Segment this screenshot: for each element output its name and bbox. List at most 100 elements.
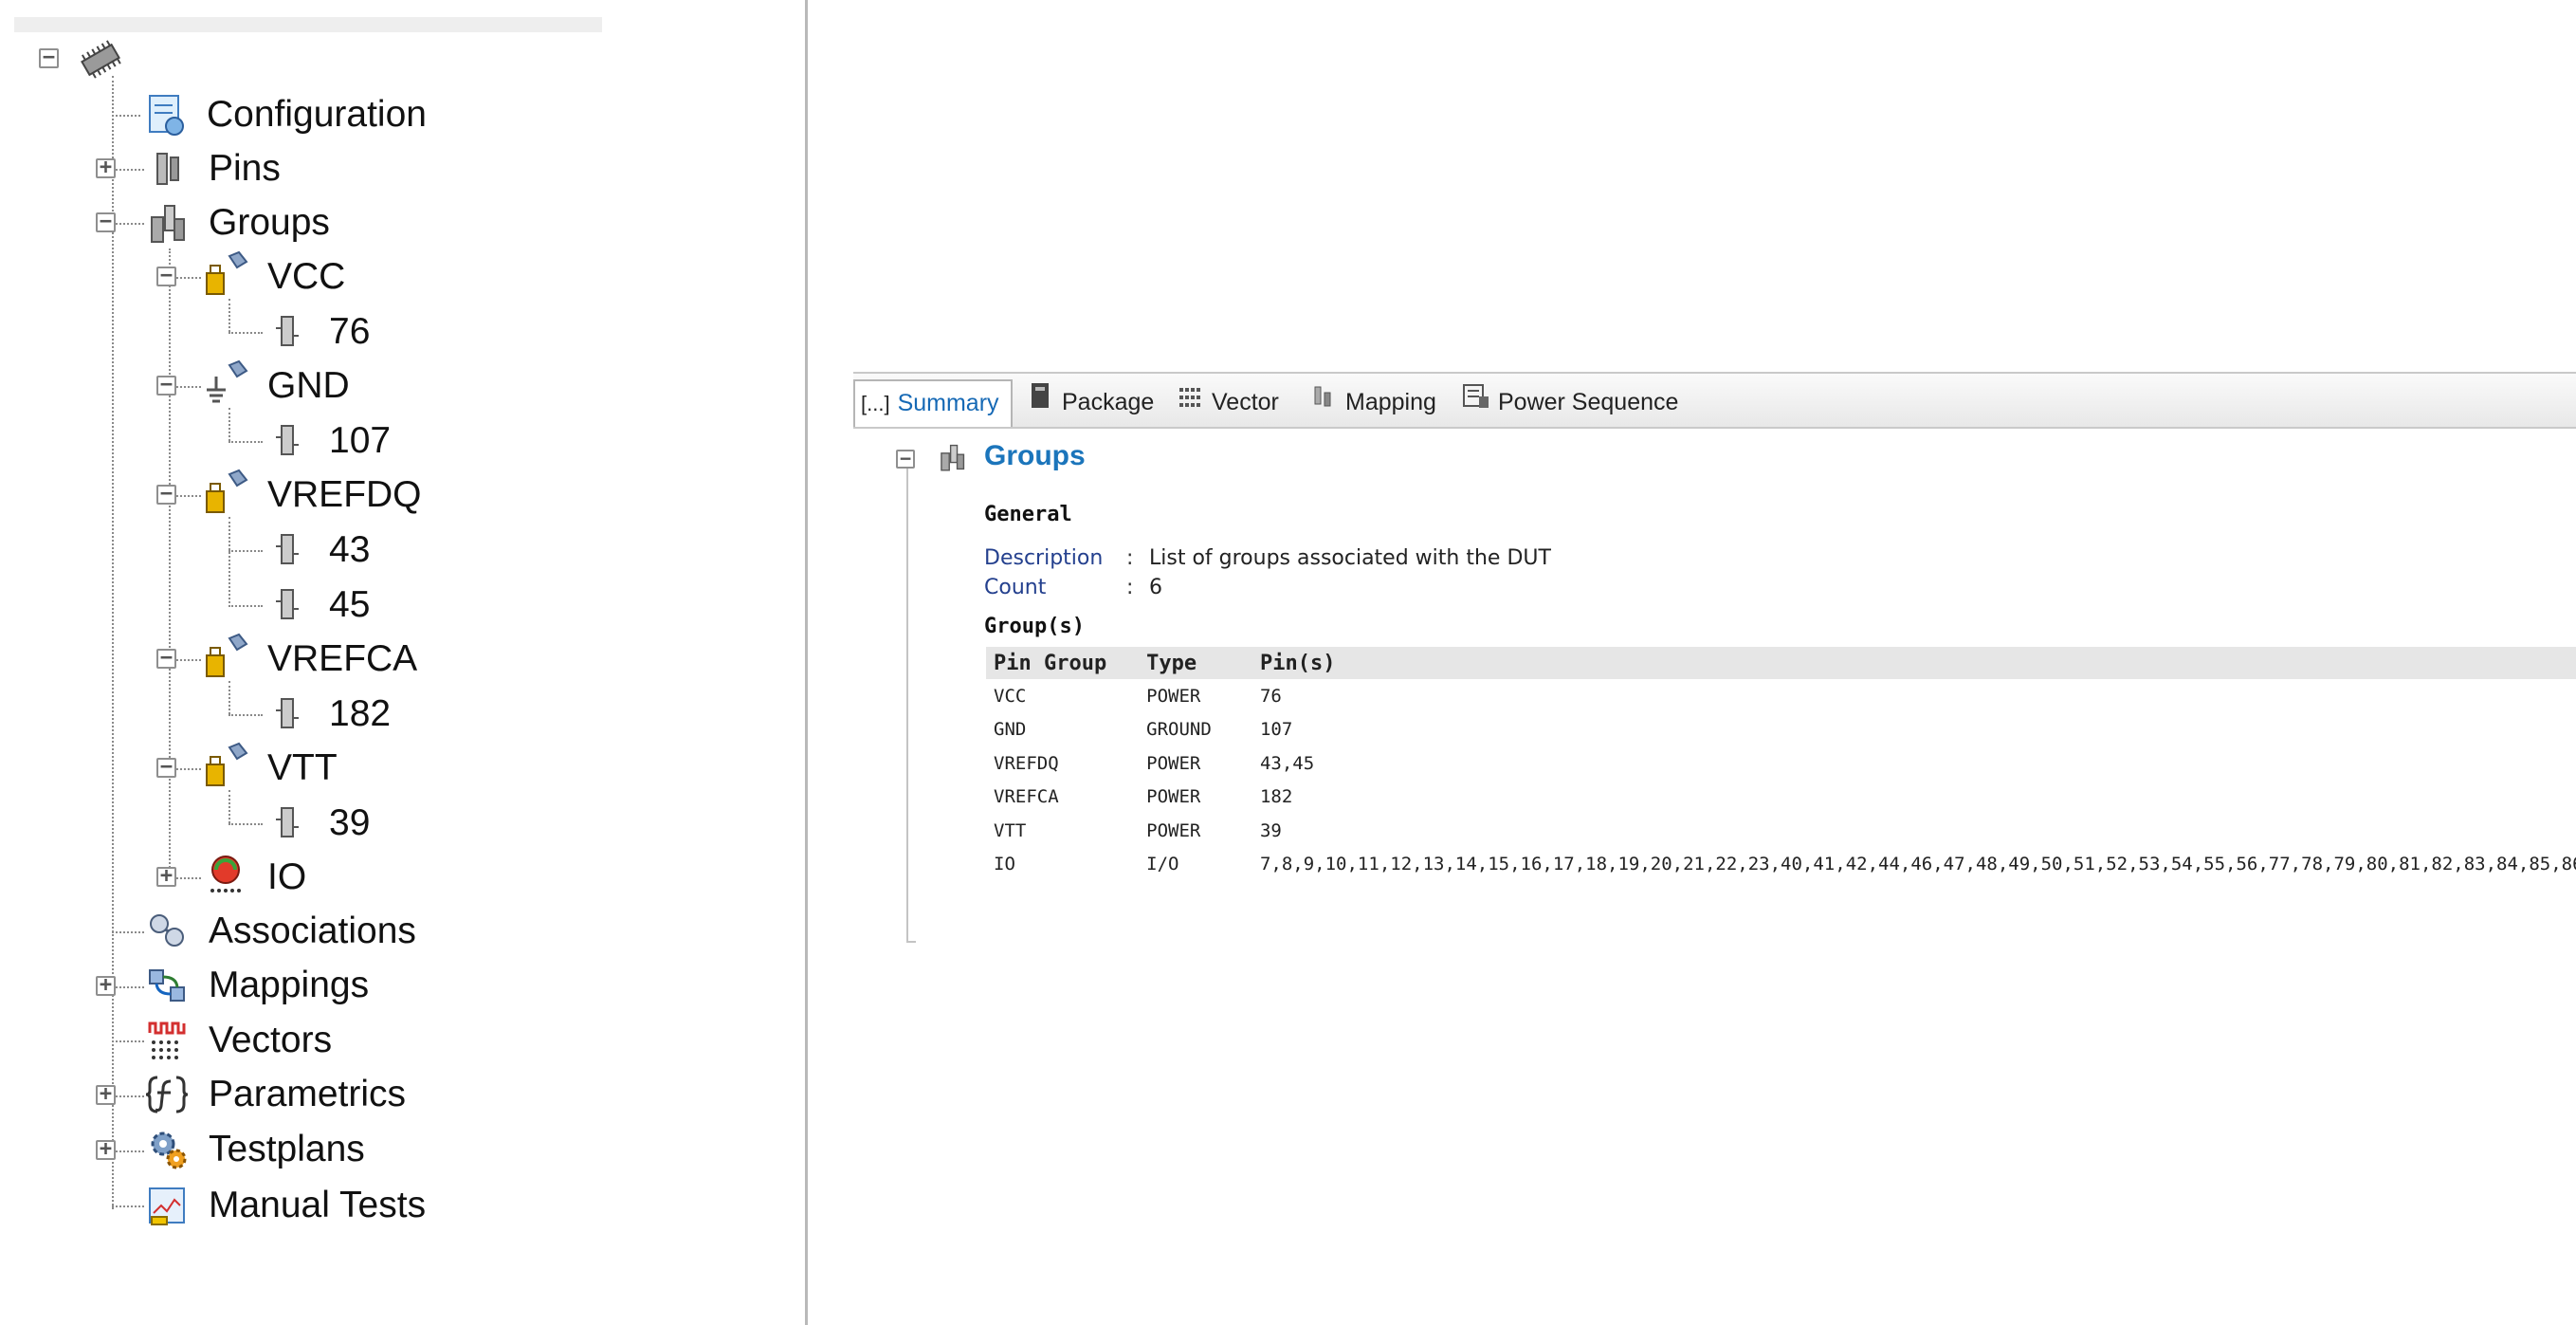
parametrics-expander[interactable]: + <box>96 1084 116 1105</box>
tree-item-vrefca[interactable]: VREFCA <box>267 636 417 682</box>
cell-pins: 182 <box>1259 786 1293 808</box>
table-row: VCC POWER 76 <box>986 679 2576 713</box>
tree-item-pin-43[interactable]: 43 <box>329 527 370 573</box>
description-separator: : <box>1126 546 1134 570</box>
project-tree-panel: − Configuration + Pins − Groups − VCC 76… <box>0 0 808 1325</box>
cell-pins: 107 <box>1259 719 1293 741</box>
tab-mapping-label: Mapping <box>1345 389 1436 415</box>
table-row: IO I/O 7,8,9,10,11,12,13,14,15,16,17,18,… <box>986 848 2576 882</box>
power-group-icon <box>201 467 250 516</box>
table-row: VREFCA POWER 182 <box>986 781 2576 815</box>
cell-pins: 76 <box>1259 685 1282 707</box>
cell-type: POWER <box>1146 685 1201 707</box>
cell-pin-group: VTT <box>994 819 1027 841</box>
summary-tab-icon: [...] <box>861 392 890 415</box>
tree-item-pin-45[interactable]: 45 <box>329 582 370 628</box>
tree-item-parametrics[interactable]: Parametrics <box>209 1072 406 1117</box>
table-row: VREFDQ POWER 43,45 <box>986 746 2576 781</box>
vcc-expander[interactable]: − <box>156 266 176 286</box>
tree-item-pin-39[interactable]: 39 <box>329 801 370 846</box>
pin-icon <box>263 416 312 466</box>
tree-item-gnd[interactable]: GND <box>267 363 350 409</box>
vrefca-expander[interactable]: − <box>156 648 176 669</box>
gnd-expander[interactable]: − <box>156 375 176 396</box>
tree-item-groups[interactable]: Groups <box>209 200 330 246</box>
tab-package[interactable]: Package <box>1026 381 1154 421</box>
power-sequence-icon <box>1462 381 1490 421</box>
power-group-icon <box>201 631 250 680</box>
tab-power-sequence[interactable]: Power Sequence <box>1462 381 1678 421</box>
pin-icon <box>263 525 312 575</box>
tree-item-vtt[interactable]: VTT <box>267 745 338 791</box>
manual-tests-icon <box>142 1181 192 1230</box>
mapping-icon <box>1309 381 1338 421</box>
tree-item-manual-tests[interactable]: Manual Tests <box>209 1183 426 1228</box>
pins-expander[interactable]: + <box>96 157 116 178</box>
cell-pins: 39 <box>1259 819 1282 841</box>
tree-item-testplans[interactable]: Testplans <box>209 1127 365 1172</box>
tree-item-associations[interactable]: Associations <box>209 909 416 954</box>
associations-icon <box>142 907 192 956</box>
summary-groups-title: Groups <box>984 440 1086 471</box>
tree-item-pin-107[interactable]: 107 <box>329 418 391 464</box>
column-header-pin-group[interactable]: Pin Group <box>986 647 1140 679</box>
pin-icon <box>263 580 312 630</box>
groups-table: Pin Group Type Pin(s) VCC POWER 76 GND G… <box>986 647 2576 881</box>
parametrics-icon <box>142 1070 192 1119</box>
tab-summary-label: Summary <box>897 390 999 416</box>
ground-group-icon <box>201 358 250 407</box>
vector-icon <box>1176 381 1204 421</box>
io-expander[interactable]: + <box>156 866 176 887</box>
cell-pin-group: VREFDQ <box>994 752 1059 774</box>
vtt-expander[interactable]: − <box>156 757 176 778</box>
cell-type: POWER <box>1146 819 1201 841</box>
summary-panel: [...] Summary Package Vector Mapping Powe… <box>853 372 2576 960</box>
tree-item-vectors[interactable]: Vectors <box>209 1018 332 1063</box>
tree-item-io[interactable]: IO <box>267 855 306 900</box>
cell-pin-group: IO <box>994 854 1015 875</box>
vrefdq-expander[interactable]: − <box>156 484 176 505</box>
tab-vector[interactable]: Vector <box>1176 381 1279 421</box>
vectors-icon <box>142 1016 192 1065</box>
groups-list-heading: Group(s) <box>984 615 1085 638</box>
configuration-icon <box>140 90 190 139</box>
description-value: List of groups associated with the DUT <box>1149 546 1551 570</box>
count-key: Count <box>984 576 1047 599</box>
cell-pins: 7,8,9,10,11,12,13,14,15,16,17,18,19,20,2… <box>1259 854 2576 875</box>
testplans-expander[interactable]: + <box>96 1139 116 1160</box>
table-row: GND GROUND 107 <box>986 713 2576 747</box>
testplans-icon <box>142 1125 192 1174</box>
mappings-expander[interactable]: + <box>96 975 116 996</box>
column-header-pins[interactable]: Pin(s) <box>1251 647 2576 679</box>
pins-icon <box>142 144 192 193</box>
table-header-row: Pin Group Type Pin(s) <box>986 647 2576 679</box>
cell-type: POWER <box>1146 752 1201 774</box>
tab-summary[interactable]: [...] Summary <box>853 379 1013 427</box>
tab-package-label: Package <box>1062 389 1155 415</box>
tab-power-sequence-label: Power Sequence <box>1498 389 1679 415</box>
root-expander[interactable]: − <box>39 47 59 68</box>
tree-item-pin-76[interactable]: 76 <box>329 309 370 355</box>
mappings-icon <box>142 961 192 1010</box>
tree-item-pins[interactable]: Pins <box>209 146 281 192</box>
io-group-icon <box>201 849 250 898</box>
pin-icon <box>263 690 312 739</box>
power-group-icon <box>201 740 250 789</box>
table-row: VTT POWER 39 <box>986 814 2576 848</box>
cell-pin-group: VCC <box>994 685 1027 707</box>
pin-icon <box>263 799 312 848</box>
description-key: Description <box>984 546 1104 570</box>
tree-item-vrefdq[interactable]: VREFDQ <box>267 472 422 518</box>
column-header-type[interactable]: Type <box>1139 647 1252 679</box>
tree-item-configuration[interactable]: Configuration <box>207 92 427 138</box>
groups-section-collapse[interactable]: − <box>896 449 915 469</box>
tree-item-mappings[interactable]: Mappings <box>209 963 369 1008</box>
groups-expander[interactable]: − <box>96 212 116 232</box>
tree-item-vcc[interactable]: VCC <box>267 254 345 300</box>
tree-item-pin-182[interactable]: 182 <box>329 691 391 737</box>
chip-icon <box>76 35 125 84</box>
cell-type: I/O <box>1146 854 1179 875</box>
tab-mapping[interactable]: Mapping <box>1309 381 1436 421</box>
cell-type: GROUND <box>1146 719 1212 741</box>
count-value: 6 <box>1149 576 1162 599</box>
